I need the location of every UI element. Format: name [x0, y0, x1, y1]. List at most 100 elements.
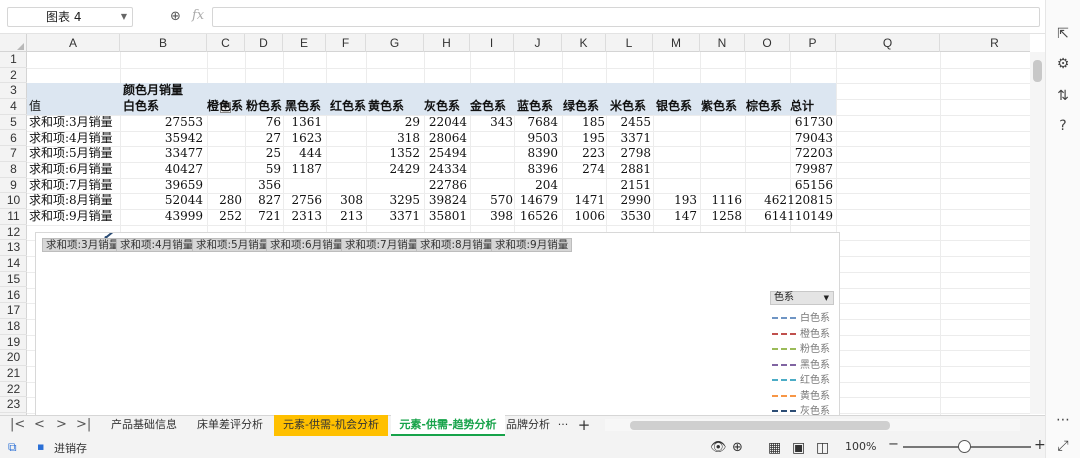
row-header[interactable]: 21	[0, 366, 27, 382]
column-header[interactable]: P	[790, 34, 836, 52]
pivot-column-header[interactable]: 红色系	[330, 99, 366, 115]
legend-filter[interactable]: 色系 ▼	[770, 291, 834, 305]
cursor-select-icon[interactable]: ⇱	[1054, 26, 1072, 44]
pivot-row-label[interactable]: 求和项:5月销量	[29, 146, 113, 162]
series-line-1[interactable]	[105, 233, 707, 239]
sort-icon[interactable]: ⇅	[1054, 88, 1072, 106]
column-header[interactable]: O	[745, 34, 790, 52]
column-header[interactable]: G	[366, 34, 424, 52]
language-icon[interactable]: ⊕	[732, 440, 743, 455]
pivot-cell[interactable]: 3371	[591, 131, 651, 147]
row-header[interactable]: 16	[0, 288, 27, 304]
pivot-row-label[interactable]: 求和项:7月销量	[29, 178, 113, 194]
row-header[interactable]: 19	[0, 335, 27, 351]
page-layout-icon[interactable]: ▣	[792, 440, 805, 456]
pivot-cell[interactable]: 79043	[773, 131, 833, 147]
chevron-down-icon[interactable]: ▼	[121, 8, 127, 26]
legend-item[interactable]: 白色系	[772, 309, 830, 325]
row-header[interactable]: 13	[0, 240, 27, 257]
column-header[interactable]: J	[514, 34, 562, 52]
name-box[interactable]: 图表 4 ▼	[7, 7, 133, 27]
sheet-tab-active[interactable]: 元素-供需-趋势分析	[391, 415, 505, 436]
pivot-cell[interactable]: 65156	[773, 178, 833, 194]
column-header[interactable]: A	[27, 34, 120, 52]
pivot-column-header[interactable]: 粉色系	[246, 99, 282, 115]
legend-item[interactable]: 灰色系	[772, 402, 830, 415]
chart-field-button[interactable]: 求和项:3月销量	[42, 238, 124, 252]
pivot-cell[interactable]: 2798	[591, 146, 651, 162]
row-header[interactable]: 15	[0, 272, 27, 288]
vertical-scrollbar[interactable]	[1030, 52, 1045, 414]
pivot-column-header[interactable]: 黄色系	[368, 99, 404, 115]
pivot-title[interactable]: 颜色月销量	[123, 83, 183, 99]
pivot-column-header[interactable]: 紫色系	[701, 99, 737, 115]
pivot-row-label[interactable]: 求和项:9月销量	[29, 209, 113, 225]
column-header[interactable]: R	[940, 34, 1030, 52]
zoom-out-icon[interactable]: −	[888, 437, 899, 452]
pivot-column-header[interactable]: 黑色系	[285, 99, 321, 115]
pivot-column-header[interactable]: 总计	[790, 99, 814, 115]
select-all-corner[interactable]	[0, 34, 27, 52]
row-header[interactable]: 4	[0, 99, 27, 115]
legend-item[interactable]: 橙色系	[772, 325, 830, 341]
pivot-cell[interactable]: 35942	[143, 131, 203, 147]
pivot-cell[interactable]: 444	[262, 146, 322, 162]
pivot-column-header[interactable]: 银色系	[656, 99, 692, 115]
pivot-cell[interactable]: 308	[303, 193, 363, 209]
eye-protection-icon[interactable]: 👁	[710, 440, 727, 455]
row-header[interactable]: 17	[0, 303, 27, 319]
pivot-cell[interactable]: 39659	[143, 178, 203, 194]
help-icon[interactable]: ?	[1054, 118, 1072, 136]
next-sheet-icon[interactable]: >	[56, 417, 67, 432]
row-header[interactable]: 6	[0, 131, 27, 147]
fullscreen-icon[interactable]: ⤢	[1054, 438, 1072, 456]
pivot-cell[interactable]: 1187	[262, 162, 322, 178]
settings-sliders-icon[interactable]: ⚙	[1054, 56, 1072, 74]
column-header[interactable]: F	[326, 34, 366, 52]
row-header[interactable]: 8	[0, 162, 27, 178]
chart-field-button[interactable]: 求和项:6月销量	[266, 238, 348, 252]
macro-icon[interactable]: ⧉	[8, 440, 17, 455]
pivot-cell[interactable]: 204	[498, 178, 558, 194]
pivot-cell[interactable]: 25494	[407, 146, 467, 162]
column-header[interactable]: C	[207, 34, 245, 52]
line-chart[interactable]: 2755335942334774042739659520444399928064…	[35, 232, 840, 415]
macro-label[interactable]: 进销存	[54, 440, 87, 456]
pivot-column-header[interactable]: 米色系	[610, 99, 646, 115]
horizontal-scroll-thumb[interactable]	[630, 421, 890, 430]
row-header[interactable]: 5	[0, 115, 27, 131]
pivot-row-label[interactable]: 求和项:4月销量	[29, 131, 113, 147]
zoom-search-icon[interactable]: ⊕	[170, 9, 181, 24]
chart-field-button[interactable]: 求和项:4月销量	[116, 238, 198, 252]
add-sheet-button[interactable]: +	[575, 415, 593, 436]
row-header[interactable]: 10	[0, 193, 27, 209]
sheet-tab[interactable]: 床单差评分析	[188, 415, 272, 436]
pivot-cell[interactable]: 1623	[262, 131, 322, 147]
pivot-cell[interactable]: 110149	[773, 209, 833, 225]
pivot-cell[interactable]: 24334	[407, 162, 467, 178]
pivot-cell[interactable]: 2881	[591, 162, 651, 178]
page-break-icon[interactable]: ◫	[816, 440, 829, 456]
row-header[interactable]: 7	[0, 146, 27, 162]
pivot-row-header[interactable]: 值	[29, 99, 41, 115]
pivot-row-label[interactable]: 求和项:8月销量	[29, 193, 113, 209]
row-header[interactable]: 3	[0, 83, 27, 100]
zoom-in-icon[interactable]: +	[1034, 437, 1046, 453]
legend-item[interactable]: 黄色系	[772, 387, 830, 403]
formula-input[interactable]	[212, 7, 1040, 27]
pivot-cell[interactable]: 2455	[591, 115, 651, 131]
record-icon[interactable]: ▪	[37, 440, 44, 453]
pivot-column-header[interactable]: 橙色系	[207, 99, 243, 115]
pivot-column-header[interactable]: 绿色系	[563, 99, 599, 115]
row-header[interactable]: 12	[0, 225, 27, 241]
legend-item[interactable]: 黑色系	[772, 356, 830, 372]
pivot-cell[interactable]: 27553	[143, 115, 203, 131]
prev-sheet-icon[interactable]: <	[34, 417, 45, 432]
normal-view-icon[interactable]: ▦	[768, 440, 781, 456]
pivot-column-header[interactable]: 灰色系	[424, 99, 460, 115]
pivot-column-header[interactable]: 金色系	[470, 99, 506, 115]
pivot-column-header[interactable]: 棕色系	[746, 99, 782, 115]
pivot-cell[interactable]: 40427	[143, 162, 203, 178]
sheet-tab[interactable]: 元素-供需-机会分析	[274, 415, 388, 436]
pivot-cell[interactable]: 72203	[773, 146, 833, 162]
